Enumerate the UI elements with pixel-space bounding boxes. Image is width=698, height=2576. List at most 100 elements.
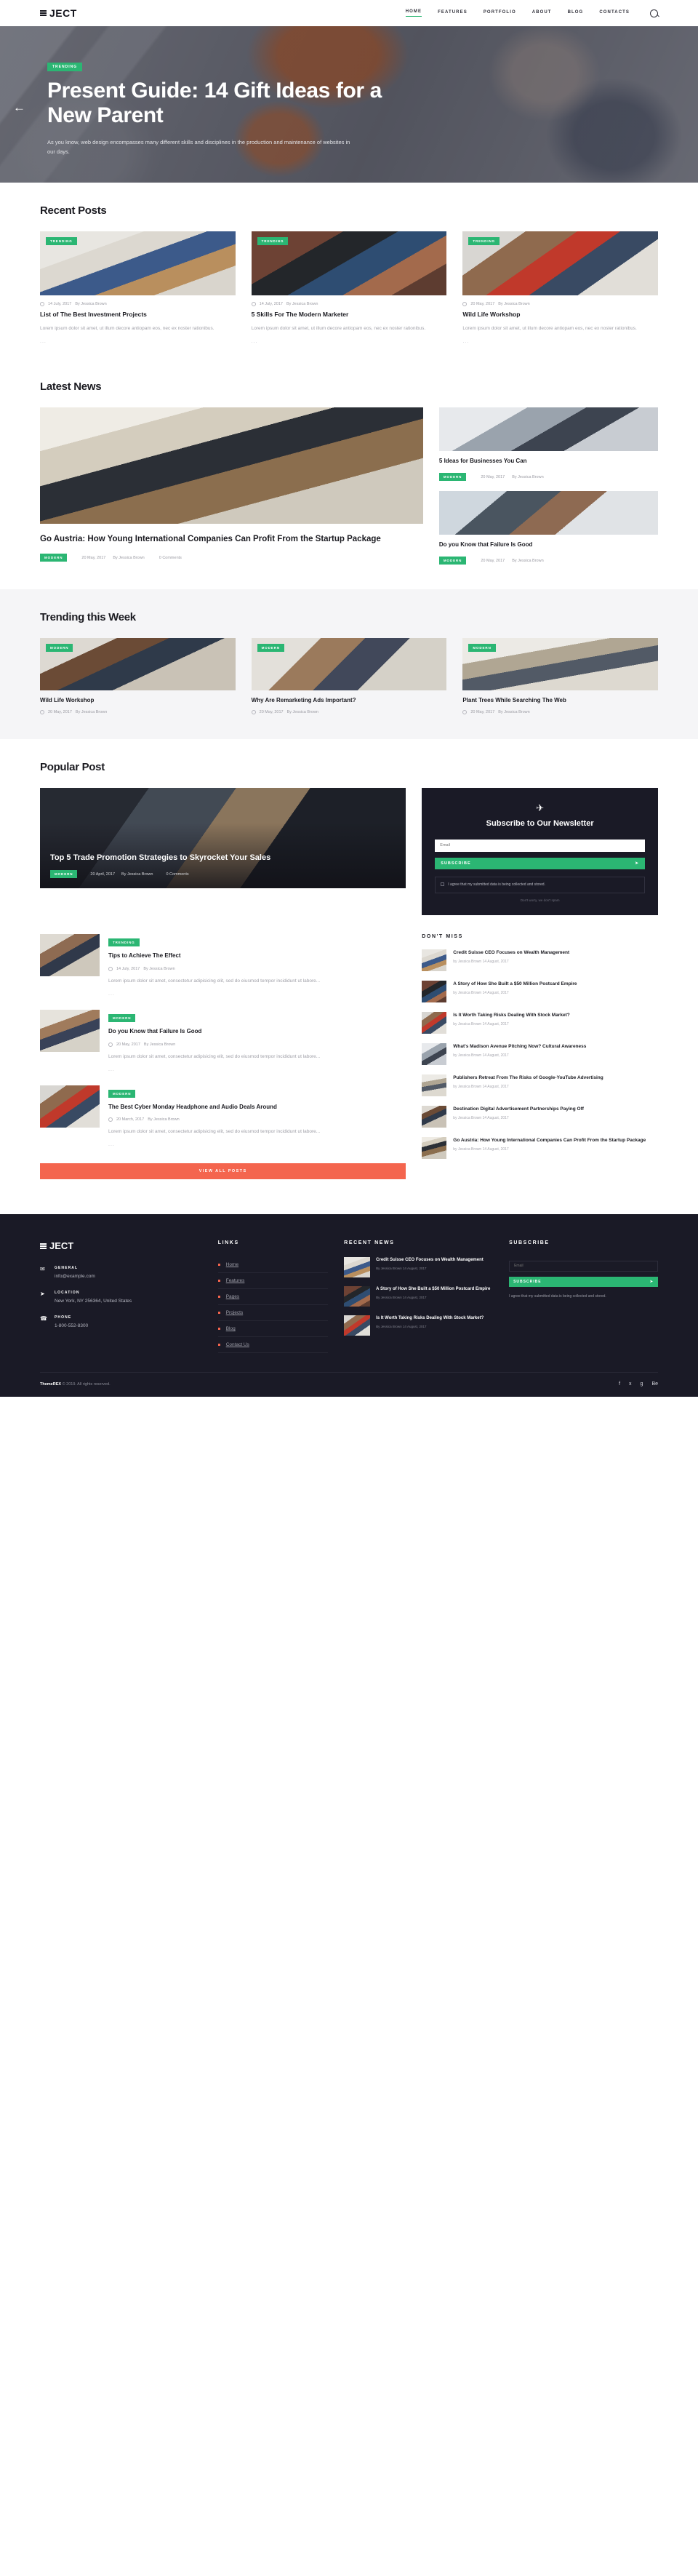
facebook-icon[interactable]: f xyxy=(619,1381,620,1387)
latest-news-side-item[interactable]: 5 Ideas for Businesses You Can MODERN 20… xyxy=(438,407,658,482)
recent-post-card[interactable]: TRENDING 20 May, 2017 By Jessica Brown W… xyxy=(462,231,658,344)
post-thumbnail[interactable]: TRENDING xyxy=(40,231,236,295)
list-badge[interactable]: TRENDING xyxy=(108,938,140,946)
side-thumbnail[interactable] xyxy=(438,407,658,452)
list-badge[interactable]: MODERN xyxy=(108,1089,136,1098)
contact-value[interactable]: 1-800-552-8300 xyxy=(55,1323,202,1328)
list-thumbnail[interactable] xyxy=(40,933,100,976)
popular-featured-title[interactable]: Top 5 Trade Promotion Strategies to Skyr… xyxy=(50,853,396,863)
latest-news-featured[interactable]: Go Austria: How Young International Comp… xyxy=(40,407,423,575)
footer-news-title[interactable]: Credit Suisse CEO Focuses on Wealth Mana… xyxy=(376,1257,493,1263)
footer-news-thumbnail[interactable] xyxy=(344,1286,371,1307)
post-badge[interactable]: TRENDING xyxy=(468,237,500,245)
view-all-posts-button[interactable]: VIEW ALL POSTS xyxy=(40,1163,406,1180)
list-read-more[interactable]: ... xyxy=(108,1067,406,1072)
dont-miss-item[interactable]: What's Madison Avenue Pitching Now? Cult… xyxy=(422,1042,658,1065)
footer-link-home[interactable]: Home xyxy=(217,1257,329,1274)
post-thumbnail[interactable]: TRENDING xyxy=(251,231,447,295)
dm-title[interactable]: Credit Suisse CEO Focuses on Wealth Mana… xyxy=(453,949,658,956)
side-badge[interactable]: MODERN xyxy=(438,557,467,565)
featured-badge[interactable]: MODERN xyxy=(40,554,68,562)
trending-card[interactable]: MODERN Plant Trees While Searching The W… xyxy=(462,638,658,719)
list-title[interactable]: The Best Cyber Monday Headphone and Audi… xyxy=(108,1104,406,1112)
dm-thumbnail[interactable] xyxy=(422,1042,447,1065)
consent-checkbox[interactable] xyxy=(441,882,445,886)
dont-miss-item[interactable]: Is It Worth Taking Risks Dealing With St… xyxy=(422,1011,658,1034)
google-plus-icon[interactable]: g xyxy=(641,1381,643,1387)
list-read-more[interactable]: ... xyxy=(108,992,406,997)
dm-thumbnail[interactable] xyxy=(422,1011,447,1034)
footer-subscribe-button[interactable]: SUBSCRIBE ➤ xyxy=(509,1276,658,1287)
trending-thumbnail[interactable]: MODERN xyxy=(40,638,236,691)
popular-list-item[interactable]: TRENDING Tips to Achieve The Effect 14 J… xyxy=(40,933,406,997)
nav-item-contacts[interactable]: CONTACTS xyxy=(599,10,630,17)
dm-title[interactable]: Destination Digital Advertisement Partne… xyxy=(453,1106,658,1112)
footer-email-input[interactable] xyxy=(509,1260,658,1272)
newsletter-email-input[interactable] xyxy=(435,839,645,852)
post-read-more[interactable]: ... xyxy=(462,339,658,344)
footer-news-item[interactable]: Credit Suisse CEO Focuses on Wealth Mana… xyxy=(344,1257,493,1278)
behance-icon[interactable]: Be xyxy=(651,1381,658,1387)
recent-post-card[interactable]: TRENDING 14 July, 2017 By Jessica Brown … xyxy=(251,231,447,344)
post-read-more[interactable]: ... xyxy=(252,339,447,344)
popular-list-item[interactable]: MODERN The Best Cyber Monday Headphone a… xyxy=(40,1085,406,1147)
search-icon[interactable] xyxy=(650,9,658,17)
post-badge[interactable]: TRENDING xyxy=(46,237,77,245)
side-thumbnail[interactable] xyxy=(438,491,658,535)
footer-link-contact-us[interactable]: Contact Us xyxy=(217,1337,329,1354)
trending-title[interactable]: Plant Trees While Searching The Web xyxy=(462,697,658,703)
dm-title[interactable]: Publishers Retreat From The Risks of Goo… xyxy=(453,1074,658,1081)
post-thumbnail[interactable]: TRENDING xyxy=(462,231,658,295)
dm-title[interactable]: What's Madison Avenue Pitching Now? Cult… xyxy=(453,1043,658,1050)
dont-miss-item[interactable]: Publishers Retreat From The Risks of Goo… xyxy=(422,1074,658,1096)
dm-title[interactable]: Go Austria: How Young International Comp… xyxy=(453,1137,658,1144)
site-logo[interactable]: JECT xyxy=(40,7,77,19)
nav-item-home[interactable]: HOME xyxy=(405,9,422,17)
footer-logo[interactable]: JECT xyxy=(40,1240,202,1251)
dm-title[interactable]: A Story of How She Built a $50 Million P… xyxy=(453,981,658,987)
recent-post-card[interactable]: TRENDING 14 July, 2017 By Jessica Brown … xyxy=(40,231,236,344)
dont-miss-item[interactable]: Credit Suisse CEO Focuses on Wealth Mana… xyxy=(422,949,658,971)
footer-news-item[interactable]: Is It Worth Taking Risks Dealing With St… xyxy=(344,1315,493,1336)
list-thumbnail[interactable] xyxy=(40,1085,100,1128)
list-read-more[interactable]: ... xyxy=(108,1142,406,1147)
hero-category-badge[interactable]: TRENDING xyxy=(47,63,83,71)
trending-title[interactable]: Why Are Remarketing Ads Important? xyxy=(252,697,447,703)
trending-thumbnail[interactable]: MODERN xyxy=(251,638,447,691)
contact-value[interactable]: info@example.com xyxy=(55,1274,202,1279)
dm-thumbnail[interactable] xyxy=(422,1136,447,1159)
trending-card[interactable]: MODERN Why Are Remarketing Ads Important… xyxy=(251,638,447,719)
list-badge[interactable]: MODERN xyxy=(108,1013,136,1022)
newsletter-subscribe-button[interactable]: SUBSCRIBE ➤ xyxy=(435,857,645,869)
hero-prev-arrow-icon[interactable]: ← xyxy=(13,101,25,113)
trending-thumbnail[interactable]: MODERN xyxy=(462,638,658,691)
nav-item-about[interactable]: ABOUT xyxy=(532,10,552,17)
dont-miss-item[interactable]: A Story of How She Built a $50 Million P… xyxy=(422,980,658,1002)
trending-card[interactable]: MODERN Wild Life Workshop 20 May, 2017 B… xyxy=(40,638,236,719)
list-title[interactable]: Do you Know that Failure Is Good xyxy=(108,1028,406,1036)
newsletter-consent[interactable]: I agree that my submitted data is being … xyxy=(435,876,645,893)
twitter-icon[interactable]: x xyxy=(629,1381,632,1387)
side-title[interactable]: Do you Know that Failure Is Good xyxy=(439,541,658,548)
footer-news-title[interactable]: A Story of How She Built a $50 Million P… xyxy=(376,1286,493,1292)
dont-miss-item[interactable]: Go Austria: How Young International Comp… xyxy=(422,1136,658,1159)
trending-badge[interactable]: MODERN xyxy=(468,644,496,653)
footer-link-projects[interactable]: Projects xyxy=(217,1305,329,1322)
popular-featured-card[interactable]: Top 5 Trade Promotion Strategies to Skyr… xyxy=(40,788,406,889)
footer-news-thumbnail[interactable] xyxy=(344,1257,371,1278)
dm-thumbnail[interactable] xyxy=(422,1074,447,1096)
nav-item-features[interactable]: FEATURES xyxy=(438,10,468,17)
popular-list-item[interactable]: MODERN Do you Know that Failure Is Good … xyxy=(40,1009,406,1072)
post-badge[interactable]: TRENDING xyxy=(257,237,289,245)
dont-miss-item[interactable]: Destination Digital Advertisement Partne… xyxy=(422,1105,658,1128)
trending-badge[interactable]: MODERN xyxy=(46,644,73,653)
dm-title[interactable]: Is It Worth Taking Risks Dealing With St… xyxy=(453,1012,658,1018)
nav-item-blog[interactable]: BLOG xyxy=(568,10,584,17)
footer-link-blog[interactable]: Blog xyxy=(217,1321,329,1338)
footer-news-thumbnail[interactable] xyxy=(344,1315,371,1336)
list-title[interactable]: Tips to Achieve The Effect xyxy=(108,952,406,960)
nav-item-portfolio[interactable]: PORTFOLIO xyxy=(484,10,516,17)
footer-link-pages[interactable]: Pages xyxy=(217,1289,329,1306)
featured-thumbnail[interactable] xyxy=(40,407,423,525)
dm-thumbnail[interactable] xyxy=(422,1105,447,1128)
